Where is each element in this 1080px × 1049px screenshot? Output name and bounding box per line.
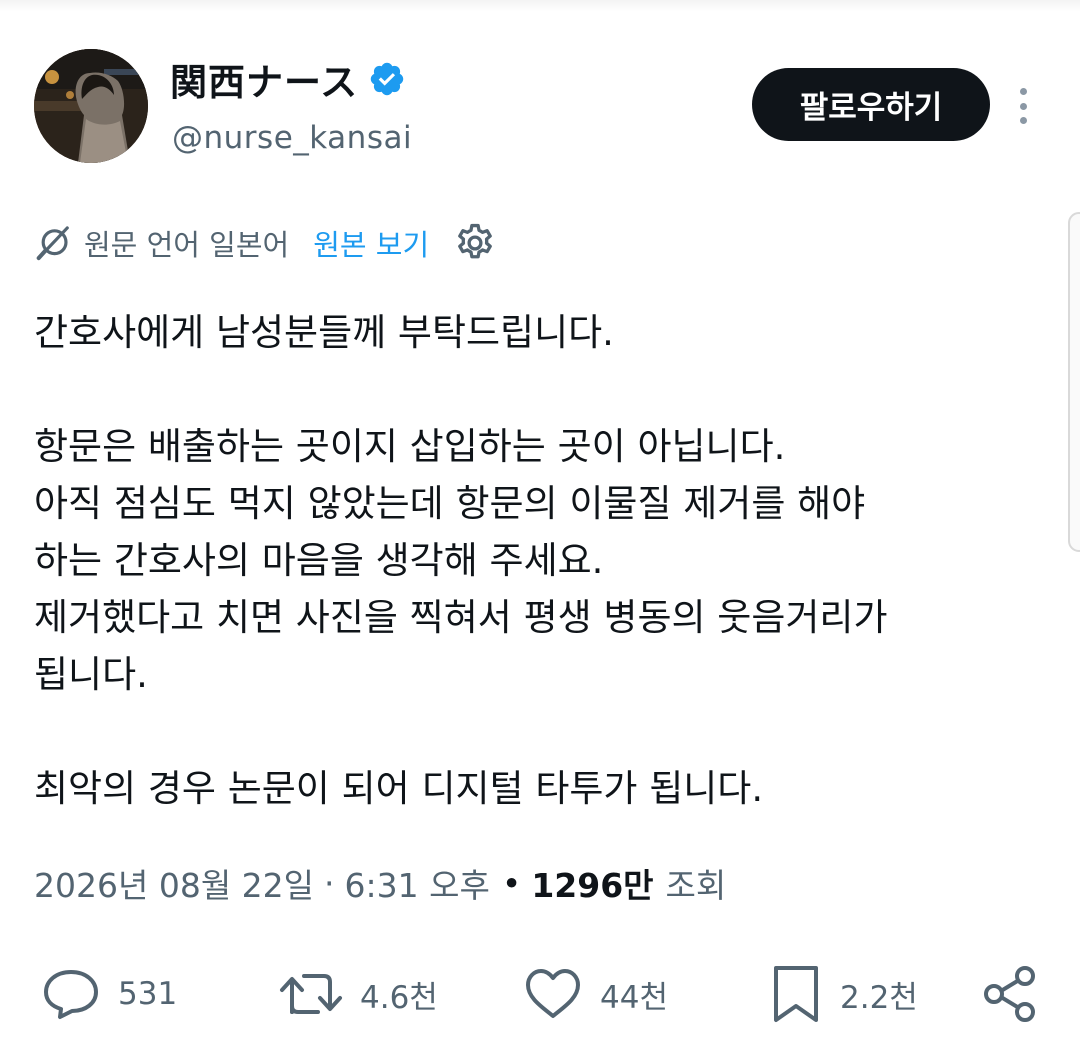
retweet-count: 4.6천 [360, 979, 438, 1016]
post-time[interactable]: 6:31 오후 [345, 859, 490, 907]
retweet-icon [280, 974, 342, 1014]
meta-separator: • [501, 863, 522, 903]
top-edge [0, 0, 1080, 12]
like-count: 44천 [600, 979, 668, 1016]
tweet-line: 아직 점심도 먹지 않았는데 항문의 이물질 제거를 해야 [34, 482, 866, 525]
more-vertical-icon[interactable] [1008, 82, 1038, 130]
view-original-link[interactable]: 원본 보기 [313, 222, 429, 264]
meta-separator: · [324, 863, 335, 903]
tweet-line: 간호사에게 남성분들께 부탁드립니다. [34, 311, 614, 354]
avatar[interactable] [34, 49, 148, 163]
scroll-handle[interactable] [1068, 212, 1080, 552]
more-dot [1019, 102, 1027, 110]
reply-count: 531 [118, 976, 178, 1012]
tweet-line: 항문은 배출하는 곳이지 삽입하는 곳이 아닙니다. [34, 425, 786, 468]
more-dot [1019, 117, 1027, 124]
view-count-label: 조회 [665, 866, 727, 905]
bookmark-count: 2.2천 [840, 979, 918, 1016]
translation-status: 원문 언어 일본어 [84, 228, 290, 262]
reply-icon [44, 970, 98, 1019]
author-handle[interactable]: @nurse_kansai [172, 120, 412, 156]
share-icon [984, 966, 1035, 1022]
heart-icon [526, 969, 580, 1018]
tweet-blank-line [34, 361, 1044, 418]
tweet-line: 최악의 경우 논문이 되어 디지털 타투가 됩니다. [34, 767, 764, 810]
retweet-button[interactable]: 4.6천 [278, 962, 438, 1026]
tweet-line: 하는 간호사의 마음을 생각해 주세요. [34, 539, 604, 582]
verified-badge-icon[interactable] [368, 60, 406, 98]
profile-photo [34, 49, 148, 163]
translation-notice: 원문 언어 일본어 원본 보기 [34, 220, 497, 266]
share-button[interactable] [980, 962, 1040, 1026]
tweet-text: 간호사에게 남성분들께 부탁드립니다. 항문은 배출하는 곳이지 삽입하는 곳이… [34, 304, 1044, 817]
tweet-line: 제거했다고 치면 사진을 찍혀서 평생 병동의 웃음거리가 [34, 596, 888, 639]
tweet-line: 됩니다. [34, 653, 148, 696]
view-count[interactable]: 1296만 [531, 859, 653, 907]
tweet-meta: 2026년 08월 22일 · 6:31 오후 • 1296만 조회 [34, 858, 726, 908]
tweet-detail-screen: 関西ナース @nurse_kansai 팔로우하기 원문 언어 일본어 원본 보… [0, 0, 1080, 1049]
reply-button[interactable]: 531 [40, 962, 177, 1026]
post-date[interactable]: 2026년 08월 22일 [34, 859, 314, 907]
translate-icon [36, 226, 69, 261]
author-name-row: 関西ナース [170, 54, 406, 104]
like-button[interactable]: 44천 [522, 962, 668, 1026]
follow-button[interactable]: 팔로우하기 [752, 68, 990, 141]
bookmark-button[interactable]: 2.2천 [768, 962, 918, 1026]
tweet-blank-line [34, 703, 1044, 760]
bookmark-icon [774, 966, 818, 1022]
action-bar: 531 4.6천 44천 2.2천 [34, 962, 1044, 1026]
gear-icon[interactable] [453, 221, 497, 265]
more-dot [1019, 88, 1027, 95]
display-name[interactable]: 関西ナース [170, 52, 358, 106]
